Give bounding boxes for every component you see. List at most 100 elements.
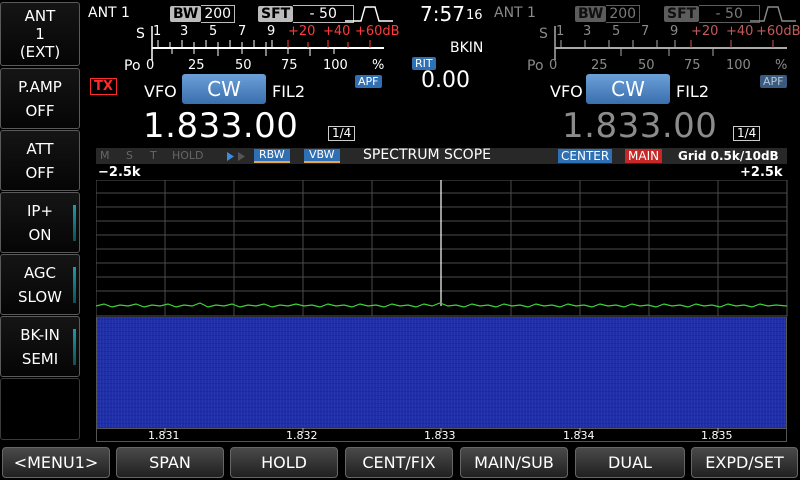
filter-shape-icon xyxy=(750,6,796,22)
sub-antenna: ANT 1 xyxy=(494,5,536,21)
sidebar-item-ant[interactable]: ANT 1 (EXT) xyxy=(0,2,80,66)
bkin-indicator: BKIN xyxy=(450,40,484,56)
s-scale-plus60: +60dB xyxy=(355,24,400,39)
bw-value: 200 xyxy=(606,5,641,23)
s-scale-7: 7 xyxy=(238,24,247,39)
sidebar-item-label: ATT xyxy=(26,139,54,158)
span-right-label: +2.5k xyxy=(740,165,783,180)
s-scale-9: 9 xyxy=(267,24,276,39)
sidebar-item-agc[interactable]: AGC SLOW xyxy=(0,254,80,315)
sub-tuning-step[interactable]: 1/4 xyxy=(733,126,761,141)
po-scale-100: 100 xyxy=(323,58,348,73)
clock-time: 7:57 xyxy=(420,2,465,26)
freq-tick-1835: 1.835 xyxy=(701,429,733,442)
po-scale-0: 0 xyxy=(146,58,155,73)
s-meter-label: S xyxy=(539,26,548,42)
bw-value: 200 xyxy=(201,5,236,23)
vbw-button[interactable]: VBW xyxy=(304,149,340,163)
s-scale-plus60: +60dB xyxy=(756,24,800,39)
scope-hold-indicator: HOLD xyxy=(172,149,204,162)
expd-set-button[interactable]: EXPD/SET xyxy=(691,447,798,478)
sft-label: SFT xyxy=(664,6,700,22)
s-scale-plus40: +40 xyxy=(323,24,351,39)
sidebar-item-value: OFF xyxy=(25,163,55,182)
scope-s-indicator: S xyxy=(126,149,133,162)
freq-tick-1833: 1.833 xyxy=(424,429,456,442)
main-frequency[interactable]: 1.833.00 xyxy=(143,106,298,146)
freq-tick-1832: 1.832 xyxy=(286,429,318,442)
scope-title: SPECTRUM SCOPE xyxy=(363,147,491,163)
po-scale-75: 75 xyxy=(281,58,298,73)
clock-seconds: 16 xyxy=(466,8,483,23)
main-mode-button[interactable]: CW xyxy=(182,74,266,104)
active-indicator xyxy=(73,267,76,303)
bw-label: BW xyxy=(170,6,202,22)
s-scale-9: 9 xyxy=(670,24,679,39)
rbw-button[interactable]: RBW xyxy=(254,149,290,163)
s-scale-1: 1 xyxy=(556,24,565,39)
s-scale-1: 1 xyxy=(153,24,162,39)
main-bw[interactable]: BW 200 xyxy=(170,5,236,23)
s-scale-3: 3 xyxy=(583,24,592,39)
main-tuning-step[interactable]: 1/4 xyxy=(328,126,356,141)
scope-m-indicator: M xyxy=(100,149,110,162)
sidebar-item-label: BK-IN xyxy=(20,325,60,344)
sidebar-item-value: OFF xyxy=(25,101,55,120)
sidebar-empty-slot xyxy=(0,378,80,440)
hold-button[interactable]: HOLD xyxy=(230,447,338,478)
s-scale-plus20: +20 xyxy=(288,24,316,39)
span-button[interactable]: SPAN xyxy=(116,447,224,478)
sidebar-item-pamp[interactable]: P.AMP OFF xyxy=(0,68,80,129)
spectrum-display[interactable] xyxy=(96,180,788,317)
scope-t-indicator: T xyxy=(150,149,157,162)
po-scale-50: 50 xyxy=(235,58,252,73)
main-sub-button[interactable]: MAIN/SUB xyxy=(460,447,568,478)
sidebar-item-label: ANT xyxy=(24,7,56,25)
play-arrows-icon xyxy=(227,152,245,161)
sidebar-item-value: ON xyxy=(28,225,52,244)
sidebar-item-att[interactable]: ATT OFF xyxy=(0,130,80,191)
sidebar-item-ipplus[interactable]: IP+ ON xyxy=(0,192,80,253)
waterfall-display[interactable] xyxy=(96,317,787,428)
sub-vfo-label: VFO xyxy=(550,82,583,101)
po-scale-0: 0 xyxy=(549,58,558,73)
scope-main-indicator[interactable]: MAIN xyxy=(625,149,663,163)
sub-bw[interactable]: BW 200 xyxy=(575,5,641,23)
cent-fix-button[interactable]: CENT/FIX xyxy=(345,447,453,478)
s-meter-label: S xyxy=(136,26,145,42)
main-sft[interactable]: SFT - 50 xyxy=(258,5,355,23)
span-left-label: −2.5k xyxy=(98,165,141,180)
sub-mode-button[interactable]: CW xyxy=(586,74,670,104)
sidebar-item-value: SLOW xyxy=(18,287,62,306)
s-scale-plus40: +40 xyxy=(726,24,754,39)
s-scale-3: 3 xyxy=(180,24,189,39)
sidebar-item-value: 1 xyxy=(35,25,45,43)
tx-indicator: TX xyxy=(90,78,117,95)
sub-filter-label[interactable]: FIL2 xyxy=(676,82,709,101)
rit-value: 0.00 xyxy=(421,68,470,93)
main-antenna: ANT 1 xyxy=(88,5,130,21)
sidebar-item-value: (EXT) xyxy=(19,43,61,61)
sidebar-item-bkin[interactable]: BK-IN SEMI xyxy=(0,316,80,377)
s-scale-plus20: +20 xyxy=(691,24,719,39)
s-scale-5: 5 xyxy=(612,24,621,39)
sidebar-item-value: SEMI xyxy=(21,349,59,368)
main-filter-label[interactable]: FIL2 xyxy=(272,82,305,101)
freq-tick-1834: 1.834 xyxy=(563,429,595,442)
freq-tick-1831: 1.831 xyxy=(148,429,180,442)
active-indicator xyxy=(73,329,76,365)
active-indicator xyxy=(73,205,76,241)
po-unit: % xyxy=(775,58,788,73)
dual-button[interactable]: DUAL xyxy=(575,447,685,478)
scope-center-mode[interactable]: CENTER xyxy=(558,149,613,163)
main-vfo-label: VFO xyxy=(144,82,177,101)
sub-sft[interactable]: SFT - 50 xyxy=(664,5,761,23)
sidebar-item-label: IP+ xyxy=(26,201,54,220)
po-unit: % xyxy=(372,58,385,73)
scope-grid-info: Grid 0.5k/10dB xyxy=(678,149,779,163)
sub-frequency[interactable]: 1.833.00 xyxy=(562,106,717,146)
menu1-button[interactable]: <MENU1> xyxy=(2,447,110,478)
po-scale-25: 25 xyxy=(188,58,205,73)
apf-badge: APF xyxy=(760,75,787,88)
po-scale-25: 25 xyxy=(591,58,608,73)
